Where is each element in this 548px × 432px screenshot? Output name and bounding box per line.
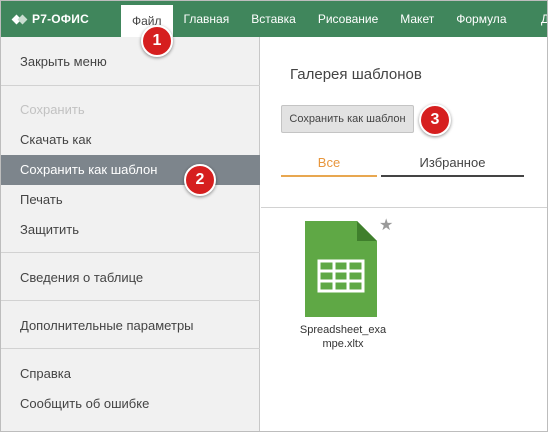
menu-close[interactable]: Закрыть меню	[1, 47, 260, 77]
menu-download-as[interactable]: Скачать как	[1, 125, 260, 155]
app-logo: Р7-ОФИС	[11, 11, 89, 27]
save-as-template-button[interactable]: Сохранить как шаблон	[281, 105, 414, 133]
app-window: Р7-ОФИС Файл Главная Вставка Рисование М…	[0, 0, 548, 432]
page-title: Галерея шаблонов	[290, 66, 422, 83]
file-menu-sidebar: Закрыть меню Сохранить Скачать как Сохра…	[1, 37, 260, 431]
step-badge-1: 1	[141, 25, 173, 57]
step-badge-3: 3	[419, 104, 451, 136]
menu-protect[interactable]: Защитить	[1, 215, 260, 245]
menu-info[interactable]: Сведения о таблице	[1, 263, 260, 293]
menu-divider	[1, 348, 260, 349]
spreadsheet-template-icon	[305, 221, 377, 317]
menu-report-bug[interactable]: Сообщить об ошибке	[1, 389, 260, 419]
step-badge-2: 2	[184, 164, 216, 196]
tab-data-partial[interactable]: Д	[541, 1, 547, 37]
tab-formula[interactable]: Формула	[445, 1, 517, 37]
template-name: Spreadsheet_exa mpe.xltx	[299, 324, 387, 350]
menu-print[interactable]: Печать	[1, 185, 260, 215]
filter-tab-all[interactable]: Все	[281, 155, 377, 177]
template-gallery-panel: Галерея шаблонов Сохранить как шаблон Вс…	[261, 37, 547, 431]
template-item[interactable]: ★ Spreadsheet_exa mpe.xltx	[291, 217, 395, 359]
menu-help[interactable]: Справка	[1, 359, 260, 389]
main-tabs: Файл Главная Вставка Рисование Макет Фор…	[121, 1, 518, 37]
menu-divider	[1, 252, 260, 253]
favorite-star-icon[interactable]: ★	[379, 215, 393, 235]
logo-icon	[11, 12, 28, 26]
tab-insert[interactable]: Вставка	[240, 1, 307, 37]
menu-advanced-settings[interactable]: Дополнительные параметры	[1, 311, 260, 341]
menu-divider	[1, 85, 260, 86]
tab-layout[interactable]: Макет	[389, 1, 445, 37]
tab-home[interactable]: Главная	[173, 1, 241, 37]
tab-draw[interactable]: Рисование	[307, 1, 389, 37]
logo-text: Р7-ОФИС	[32, 12, 89, 26]
menu-save: Сохранить	[20, 102, 85, 117]
top-toolbar: Р7-ОФИС Файл Главная Вставка Рисование М…	[1, 1, 547, 37]
menu-divider	[1, 300, 260, 301]
panel-divider	[261, 207, 547, 208]
filter-tab-favorites[interactable]: Избранное	[381, 155, 524, 177]
menu-save-as-template[interactable]: Сохранить как шаблон	[1, 155, 260, 185]
